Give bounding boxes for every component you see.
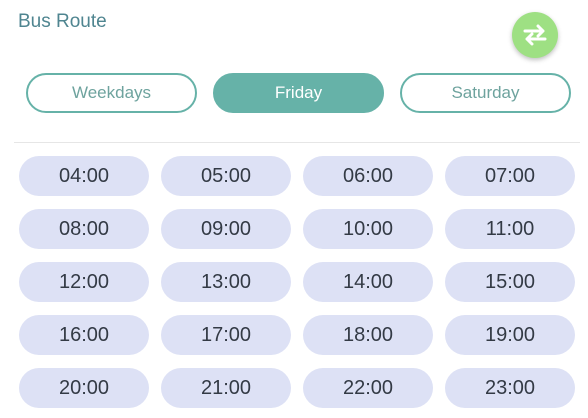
day-tabs: Weekdays Friday Saturday xyxy=(26,73,572,113)
time-slot[interactable]: 18:00 xyxy=(303,315,433,355)
time-slot[interactable]: 12:00 xyxy=(19,262,149,302)
time-slot[interactable]: 16:00 xyxy=(19,315,149,355)
time-slot[interactable]: 08:00 xyxy=(19,209,149,249)
time-slot[interactable]: 13:00 xyxy=(161,262,291,302)
departure-times-grid: 04:00 05:00 06:00 07:00 08:00 09:00 10:0… xyxy=(19,156,575,408)
tab-friday[interactable]: Friday xyxy=(213,73,384,113)
time-slot[interactable]: 20:00 xyxy=(19,368,149,408)
time-slot[interactable]: 15:00 xyxy=(445,262,575,302)
tab-saturday[interactable]: Saturday xyxy=(400,73,571,113)
time-slot[interactable]: 06:00 xyxy=(303,156,433,196)
time-slot[interactable]: 11:00 xyxy=(445,209,575,249)
time-slot[interactable]: 17:00 xyxy=(161,315,291,355)
time-slot[interactable]: 05:00 xyxy=(161,156,291,196)
swap-direction-button[interactable] xyxy=(512,12,558,58)
time-slot[interactable]: 23:00 xyxy=(445,368,575,408)
time-slot[interactable]: 09:00 xyxy=(161,209,291,249)
time-slot[interactable]: 21:00 xyxy=(161,368,291,408)
time-slot[interactable]: 04:00 xyxy=(19,156,149,196)
divider xyxy=(14,142,580,143)
swap-arrows-icon xyxy=(523,24,547,46)
time-slot[interactable]: 14:00 xyxy=(303,262,433,302)
time-slot[interactable]: 22:00 xyxy=(303,368,433,408)
time-slot[interactable]: 10:00 xyxy=(303,209,433,249)
time-slot[interactable]: 19:00 xyxy=(445,315,575,355)
tab-weekdays[interactable]: Weekdays xyxy=(26,73,197,113)
time-slot[interactable]: 07:00 xyxy=(445,156,575,196)
page-title: Bus Route xyxy=(18,11,107,32)
